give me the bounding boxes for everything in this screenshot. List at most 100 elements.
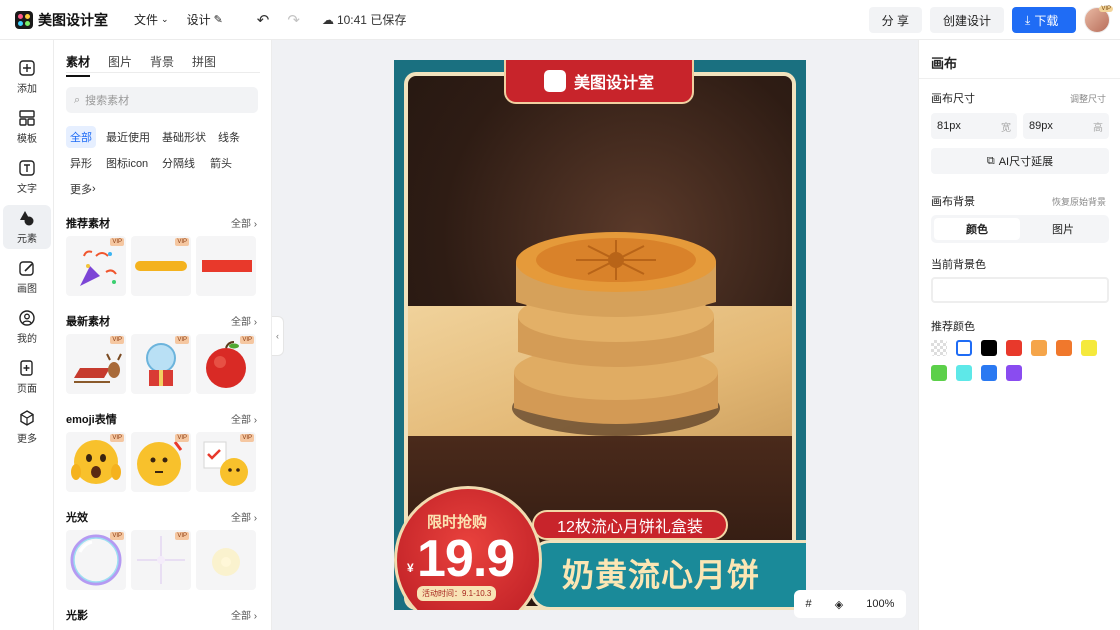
- rail-draw-label: 画图: [17, 284, 37, 295]
- create-design-button[interactable]: 创建设计: [929, 7, 1004, 33]
- file-menu[interactable]: 文件 ⌄: [134, 11, 169, 28]
- chip-basic-shapes[interactable]: 基础形状: [158, 126, 210, 148]
- height-unit: 高: [1093, 122, 1103, 134]
- bg-image-option[interactable]: 图片: [1020, 218, 1106, 240]
- rail-mine-label: 我的: [17, 334, 37, 345]
- app-logo[interactable]: 美图设计室: [15, 10, 108, 30]
- design-menu[interactable]: 设计 ✎: [187, 11, 223, 28]
- swatch-transparent[interactable]: [931, 340, 947, 356]
- thumb-confetti[interactable]: VIP: [66, 236, 126, 296]
- cube-icon: [18, 409, 36, 427]
- vip-badge: VIP: [110, 336, 124, 344]
- brand-name: 美图设计室: [573, 75, 654, 92]
- chip-recent[interactable]: 最近使用: [102, 126, 154, 148]
- search-icon: ⌕: [74, 93, 81, 106]
- thumb-sleigh[interactable]: VIP: [66, 334, 126, 394]
- rail-add[interactable]: 添加: [3, 55, 51, 99]
- rail-text-label: 文字: [17, 184, 37, 195]
- swatch-cyan[interactable]: [956, 365, 972, 381]
- save-status: ☁ 10:41 已保存: [322, 11, 406, 28]
- ai-resize-button[interactable]: ⧉ AI尺寸延展: [931, 148, 1109, 174]
- swatch-blue[interactable]: [981, 365, 997, 381]
- app-name: 美图设计室: [38, 11, 108, 28]
- rail-pages[interactable]: 页面: [3, 355, 51, 399]
- swatch-black[interactable]: [981, 340, 997, 356]
- avatar[interactable]: VIP: [1084, 6, 1113, 33]
- section-title: 光效: [66, 512, 88, 524]
- swatch-white[interactable]: [956, 340, 972, 356]
- section-all-link[interactable]: 全部 ›: [231, 607, 257, 622]
- swatch-red[interactable]: [1006, 340, 1022, 356]
- chip-more[interactable]: 更多 ›: [66, 178, 100, 200]
- zoom-level[interactable]: 100%: [866, 598, 894, 610]
- rail-more-label: 更多: [17, 434, 37, 445]
- layers-icon[interactable]: ◈: [835, 598, 843, 611]
- redo-icon[interactable]: ↷: [287, 11, 300, 29]
- swatch-purple[interactable]: [1006, 365, 1022, 381]
- adjust-size-link[interactable]: 调整尺寸: [1070, 92, 1106, 105]
- rail-template-label: 模板: [17, 134, 37, 145]
- swatch-orange[interactable]: [1056, 340, 1072, 356]
- tab-materials[interactable]: 素材: [66, 53, 91, 77]
- material-panel: 素材 图片 背景 拼图 ⌕ 搜索素材 全部 最近使用 基础形状 线条 异形 图标…: [54, 40, 272, 630]
- rail-template[interactable]: 模板: [3, 105, 51, 149]
- vip-badge: VIP: [175, 238, 189, 246]
- section-all-label: 全部: [231, 317, 251, 328]
- thumb-emoji-checklist[interactable]: VIP: [196, 432, 256, 492]
- restore-bg-link[interactable]: 恢复原始背景: [1052, 195, 1106, 208]
- height-field[interactable]: 89px 高: [1023, 113, 1109, 139]
- thumb-red-bar[interactable]: [196, 236, 256, 296]
- rail-text[interactable]: 文字: [3, 155, 51, 199]
- swatch-green[interactable]: [931, 365, 947, 381]
- share-button[interactable]: 分 享: [868, 7, 922, 33]
- chip-all[interactable]: 全部: [66, 126, 96, 148]
- download-label: 下载: [1034, 13, 1059, 28]
- avatar-vip-badge: VIP: [1099, 6, 1113, 12]
- bg-color-option[interactable]: 颜色: [934, 218, 1020, 240]
- poster-canvas[interactable]: 美图设计室 奶黄流心月饼 12枚流心月饼礼盒装 限时抢购 ¥ 19.9 活动时间…: [394, 60, 806, 610]
- chip-arrows[interactable]: 箭头: [206, 152, 236, 174]
- rail-add-label: 添加: [17, 84, 37, 95]
- grid-icon[interactable]: #: [806, 598, 812, 610]
- thumb-glow[interactable]: [196, 530, 256, 590]
- edit-icon: ✎: [213, 14, 223, 26]
- thumb-yellow-stroke[interactable]: VIP: [131, 236, 191, 296]
- search-input[interactable]: ⌕ 搜索素材: [66, 87, 258, 113]
- chevron-right-icon: ›: [92, 183, 96, 195]
- collapse-panel-button[interactable]: ‹: [272, 316, 284, 356]
- chip-irregular[interactable]: 异形: [66, 152, 96, 174]
- width-field[interactable]: 81px 宽: [931, 113, 1017, 139]
- product-title[interactable]: 奶黄流心月饼: [562, 550, 760, 596]
- download-button[interactable]: ⤓ 下载: [1012, 7, 1076, 33]
- rail-draw[interactable]: 画图: [3, 255, 51, 299]
- product-subtitle[interactable]: 12枚流心月饼礼盒装: [532, 510, 728, 540]
- tab-collage[interactable]: 拼图: [192, 53, 216, 77]
- rail-elements[interactable]: 元素: [3, 205, 51, 249]
- thumb-emoji-thinking[interactable]: VIP: [131, 432, 191, 492]
- rail-more[interactable]: 更多: [3, 405, 51, 449]
- undo-icon[interactable]: ↶: [257, 11, 270, 29]
- vip-badge: VIP: [240, 434, 254, 442]
- tab-images[interactable]: 图片: [108, 53, 132, 77]
- section-all-link[interactable]: 全部 ›: [231, 215, 257, 230]
- currency-symbol: ¥: [407, 561, 414, 575]
- thumb-bubble[interactable]: VIP: [66, 530, 126, 590]
- logo-icon: [15, 10, 33, 29]
- chip-dividers[interactable]: 分隔线: [158, 152, 199, 174]
- tab-backgrounds[interactable]: 背景: [150, 53, 174, 77]
- swatch-light-orange[interactable]: [1031, 340, 1047, 356]
- thumb-emoji-shocked[interactable]: VIP: [66, 432, 126, 492]
- chip-lines[interactable]: 线条: [214, 126, 244, 148]
- thumb-sparkle[interactable]: VIP: [131, 530, 191, 590]
- current-bg-color[interactable]: [931, 277, 1109, 303]
- section-all-link[interactable]: 全部 ›: [231, 313, 257, 328]
- properties-panel: 画布 画布尺寸 调整尺寸 81px 宽 89px 高 ⧉ AI尺寸延展 画布背景…: [918, 40, 1120, 630]
- thumb-snow-globe[interactable]: VIP: [131, 334, 191, 394]
- pencil-icon: [18, 259, 36, 277]
- section-all-link[interactable]: 全部 ›: [231, 509, 257, 524]
- section-all-link[interactable]: 全部 ›: [231, 411, 257, 426]
- thumb-apple[interactable]: VIP: [196, 334, 256, 394]
- swatch-yellow[interactable]: [1081, 340, 1097, 356]
- chip-icons[interactable]: 图标icon: [102, 152, 152, 174]
- rail-mine[interactable]: 我的: [3, 305, 51, 349]
